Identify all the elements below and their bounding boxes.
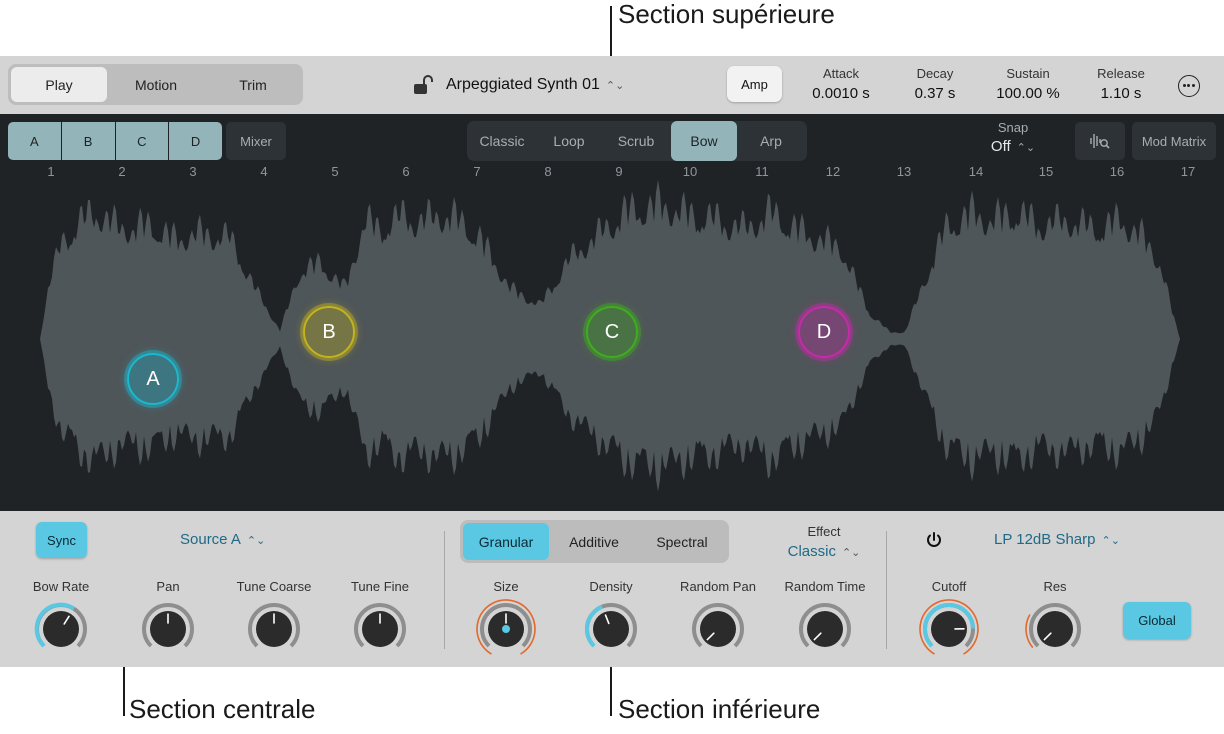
knob-label: Res (1043, 579, 1067, 594)
chevron-up-down-icon: ⌃⌄ (605, 80, 625, 92)
play-mode-scrub[interactable]: Scrub (603, 121, 669, 161)
effect-label: Effect (807, 524, 841, 539)
tune-coarse-knob[interactable] (239, 594, 309, 664)
marker-b[interactable]: B (303, 306, 355, 358)
synthesis-segmented-control: Granular Additive Spectral (460, 520, 729, 563)
knob-label: Cutoff (931, 579, 967, 594)
decay-value: 0.37 s (914, 85, 956, 102)
source-c-button[interactable]: C (115, 122, 170, 160)
snap-control[interactable]: Snap Off ⌃⌄ (985, 120, 1041, 155)
divider (886, 531, 887, 649)
mode-segmented-control: Play Motion Trim (8, 64, 303, 105)
callout-top-section: Section supérieure (618, 0, 835, 29)
random-pan-knob[interactable] (683, 594, 753, 664)
knob-label: Random Pan (680, 579, 756, 594)
tab-motion[interactable]: Motion (108, 67, 204, 102)
knob-label: Pan (156, 579, 180, 594)
ellipsis-circle-icon[interactable] (1178, 75, 1200, 97)
amp-button[interactable]: Amp (727, 66, 782, 102)
preset-selector[interactable]: Arpeggiated Synth 01 ⌃⌄ (412, 72, 624, 98)
mod-matrix-button[interactable]: Mod Matrix (1132, 122, 1216, 160)
chevron-up-down-icon: ⌃⌄ (841, 547, 861, 559)
res-knob[interactable] (1020, 594, 1090, 664)
bottom-section: Sync Source A ⌃⌄ Granular Additive Spectr… (0, 511, 1224, 667)
play-mode-bow[interactable]: Bow (671, 121, 737, 161)
play-mode-classic[interactable]: Classic (469, 121, 535, 161)
decay-label: Decay (916, 66, 954, 81)
chevron-up-down-icon: ⌃⌄ (1016, 142, 1036, 154)
top-section: Play Motion Trim Arpeggiated Synth 01 ⌃⌄ … (0, 56, 1224, 114)
waveform-magnifier-icon[interactable] (1075, 122, 1125, 160)
sync-button[interactable]: Sync (36, 522, 87, 558)
pan-knob[interactable] (133, 594, 203, 664)
density-knob[interactable] (576, 594, 646, 664)
screenshot-stage: Section supérieure Section centrale Sect… (0, 0, 1224, 734)
chevron-up-down-icon: ⌃⌄ (246, 535, 266, 547)
knob-label: Tune Fine (350, 579, 410, 594)
sustain-param[interactable]: Sustain 100.00 % (988, 66, 1068, 102)
decay-param[interactable]: Decay 0.37 s (900, 66, 970, 102)
callout-top-line (610, 6, 612, 56)
release-value: 1.10 s (1100, 85, 1142, 102)
tab-play[interactable]: Play (11, 67, 107, 102)
callout-middle-section: Section centrale (129, 694, 316, 724)
bow-rate-knob[interactable] (26, 594, 96, 664)
snap-value: Off ⌃⌄ (990, 138, 1036, 155)
mixer-button[interactable]: Mixer (226, 122, 286, 160)
play-mode-arp[interactable]: Arp (738, 121, 804, 161)
sustain-value: 100.00 % (996, 85, 1060, 102)
tune-fine-knob[interactable] (345, 594, 415, 664)
knob-label: Size (493, 579, 519, 594)
tab-granular[interactable]: Granular (463, 523, 549, 560)
power-icon[interactable] (925, 531, 943, 549)
chevron-up-down-icon: ⌃⌄ (1101, 535, 1120, 547)
effect-select[interactable]: Effect Classic ⌃⌄ (784, 524, 864, 560)
attack-param[interactable]: Attack 0.0010 s (806, 66, 876, 102)
knob-label: Bow Rate (32, 579, 90, 594)
callout-bottom-section: Section inférieure (618, 694, 821, 724)
knob-label: Tune Coarse (236, 579, 312, 594)
release-label: Release (1097, 66, 1145, 81)
knob-label: Random Time (784, 579, 866, 594)
tab-spectral[interactable]: Spectral (639, 523, 725, 560)
middle-section: A B C D Mixer Classic Loop Scrub Bow Arp… (0, 114, 1224, 511)
attack-value: 0.0010 s (812, 85, 870, 102)
source-a-button[interactable]: A (8, 122, 62, 160)
source-buttons: A B C D (8, 122, 222, 160)
random-time-knob[interactable] (790, 594, 860, 664)
unlocked-padlock-icon[interactable] (412, 74, 434, 96)
attack-label: Attack (822, 66, 860, 81)
play-mode-loop[interactable]: Loop (536, 121, 602, 161)
filter-type-select[interactable]: LP 12dB Sharp ⌃⌄ (994, 531, 1120, 548)
global-button[interactable]: Global (1123, 602, 1191, 639)
marker-c[interactable]: C (586, 306, 638, 358)
effect-value: Classic ⌃⌄ (787, 543, 861, 560)
divider (444, 531, 445, 649)
marker-d[interactable]: D (798, 306, 850, 358)
snap-label: Snap (997, 120, 1029, 135)
knob-label: Density (589, 579, 633, 594)
callout-bottom-line (610, 667, 612, 716)
preset-name: Arpeggiated Synth 01 ⌃⌄ (446, 76, 625, 93)
marker-a[interactable]: A (127, 353, 179, 405)
source-select[interactable]: Source A ⌃⌄ (180, 531, 265, 548)
play-mode-segmented-control: Classic Loop Scrub Bow Arp (467, 121, 807, 161)
size-knob[interactable] (471, 594, 541, 664)
release-param[interactable]: Release 1.10 s (1086, 66, 1156, 102)
cutoff-knob[interactable] (914, 594, 984, 664)
tab-trim[interactable]: Trim (205, 67, 301, 102)
sustain-label: Sustain (1006, 66, 1050, 81)
source-d-button[interactable]: D (169, 122, 222, 160)
tab-additive[interactable]: Additive (551, 523, 637, 560)
source-b-button[interactable]: B (61, 122, 116, 160)
